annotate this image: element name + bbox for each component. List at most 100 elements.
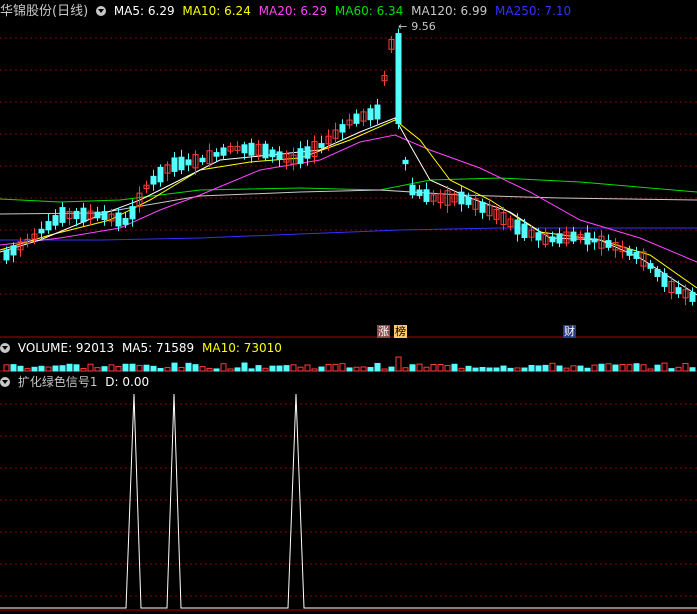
candle-body xyxy=(241,144,248,154)
volume-bar xyxy=(24,368,31,372)
ma120-label: MA120: 6.99 xyxy=(411,4,488,18)
volume-bar xyxy=(668,368,675,372)
volume-bar xyxy=(549,362,556,372)
volume-bar xyxy=(164,367,171,372)
candle-body xyxy=(199,157,206,163)
volume-bar xyxy=(633,363,640,372)
candle-body xyxy=(423,189,430,202)
candle-body xyxy=(150,175,157,185)
candle-body xyxy=(549,236,556,243)
indicator-d-value: D: 0.00 xyxy=(105,375,150,389)
candle-body xyxy=(122,218,129,225)
volume-bar xyxy=(199,366,206,372)
volume-bar xyxy=(136,364,143,372)
volume-bar xyxy=(59,365,66,372)
volume-bar xyxy=(143,364,150,372)
volume-bar xyxy=(3,364,10,372)
chevron-down-icon[interactable] xyxy=(95,6,106,16)
ma250-label: MA250: 7.10 xyxy=(495,4,572,18)
volume-bar xyxy=(213,368,220,372)
volume-bar xyxy=(626,364,633,372)
candle-body xyxy=(402,159,409,165)
volume-bar xyxy=(388,366,395,372)
candle-body xyxy=(409,184,416,196)
candle-body xyxy=(626,248,633,256)
candle-body xyxy=(73,210,80,220)
volume-bar xyxy=(80,367,87,372)
candle-body xyxy=(178,156,185,171)
candle-body xyxy=(395,33,402,125)
volume-bar xyxy=(675,366,682,372)
candle-body xyxy=(675,287,682,295)
high-price-marker: ← 9.56 xyxy=(398,18,440,36)
tag-bang[interactable]: 榜 xyxy=(394,325,407,338)
volume-bar xyxy=(689,367,696,372)
volume-bar xyxy=(570,365,577,372)
volume-bar xyxy=(486,367,493,372)
candle-body xyxy=(45,221,52,231)
indicator-name: 扩化绿色信号1 xyxy=(17,375,98,389)
tag-zhang[interactable]: 涨 xyxy=(377,325,390,338)
chart-canvas[interactable] xyxy=(0,0,697,614)
volume-bar xyxy=(150,365,157,372)
candle-body xyxy=(59,207,66,223)
candle-body xyxy=(297,148,304,164)
volume-bar xyxy=(45,366,52,372)
candle-body xyxy=(10,245,17,256)
volume-bar xyxy=(304,364,311,372)
volume-bar xyxy=(598,363,605,372)
candle-body xyxy=(52,215,59,226)
volume-bar xyxy=(409,364,416,372)
volume-bar xyxy=(423,366,430,372)
candle-body xyxy=(129,206,136,220)
volume-bar xyxy=(227,368,234,372)
candle-body xyxy=(185,159,192,166)
candle-body xyxy=(465,196,472,205)
volume-bar xyxy=(17,365,24,372)
volume-panel-header: VOLUME: 92013 MA5: 71589 MA10: 73010 xyxy=(0,339,286,357)
volume-bar xyxy=(269,365,276,372)
volume-bar xyxy=(647,368,654,372)
volume-bar xyxy=(192,364,199,372)
chevron-down-icon[interactable] xyxy=(0,343,10,353)
high-price-value: 9.56 xyxy=(411,20,436,33)
volume-bar xyxy=(661,362,668,372)
volume-bar xyxy=(241,362,248,372)
volume-bar xyxy=(346,367,353,372)
volume-bar xyxy=(584,367,591,372)
candle-body xyxy=(584,232,591,245)
volume-bar xyxy=(220,363,227,372)
volume-bar xyxy=(234,367,241,372)
volume-bar xyxy=(339,363,346,372)
volume-bar xyxy=(430,363,437,372)
volume-bar xyxy=(38,365,45,372)
volume-bars xyxy=(3,356,696,372)
candle-body xyxy=(514,219,521,235)
tag-cai[interactable]: 财 xyxy=(563,325,576,338)
candle-body xyxy=(318,143,325,148)
candle-body xyxy=(416,189,423,197)
volume-bar xyxy=(535,365,542,372)
ma10-label: MA10: 6.24 xyxy=(182,4,251,18)
candle-body xyxy=(689,291,696,302)
volume-bar xyxy=(444,364,451,372)
candle-body xyxy=(220,147,227,156)
candle-body xyxy=(262,143,269,159)
volume-bar xyxy=(402,367,409,372)
volume-ma10-label: MA10: 73010 xyxy=(202,341,282,355)
volume-bar xyxy=(332,363,339,372)
candle-body xyxy=(647,263,654,269)
volume-bar xyxy=(115,366,122,372)
candle-body xyxy=(479,201,486,213)
signal-polyline xyxy=(0,393,697,609)
chevron-down-icon[interactable] xyxy=(0,377,10,387)
candle-body xyxy=(101,211,108,221)
candle-body xyxy=(3,249,10,261)
candle-body xyxy=(605,240,612,248)
volume-bar xyxy=(437,364,444,372)
candle-body xyxy=(213,152,220,157)
signal-line xyxy=(0,393,697,609)
candle-body xyxy=(80,207,87,223)
ma5-label: MA5: 6.29 xyxy=(113,4,175,18)
candle-body xyxy=(248,142,255,156)
